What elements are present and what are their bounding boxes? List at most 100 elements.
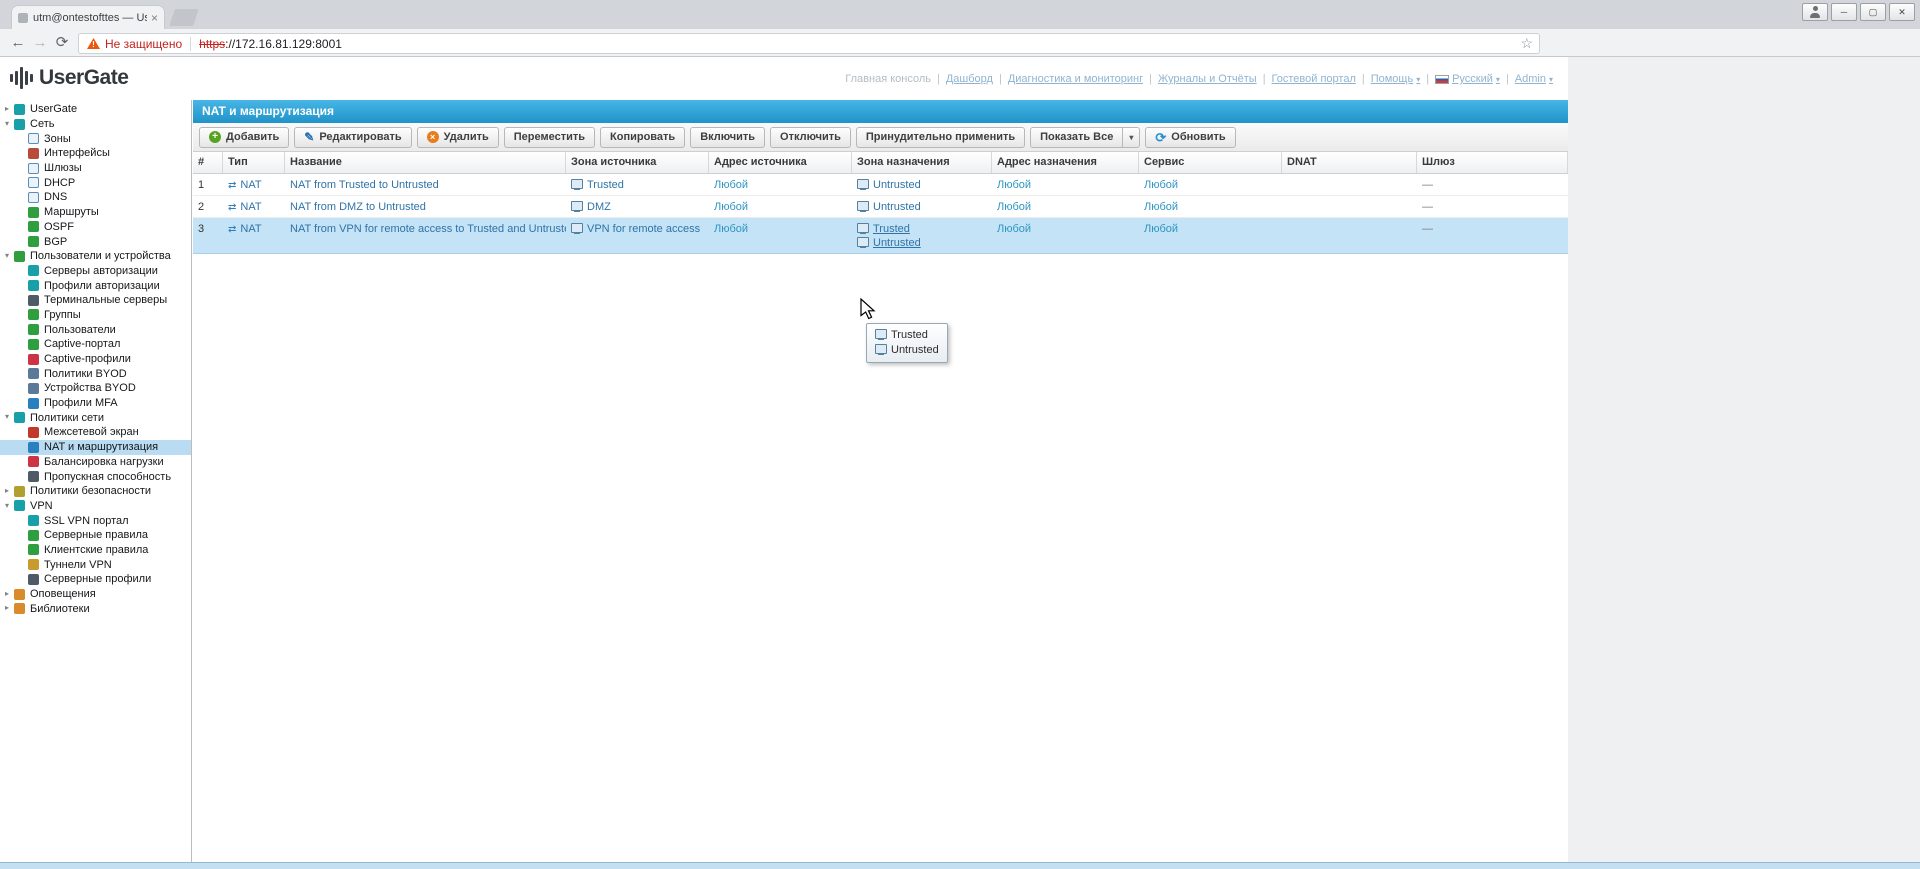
sidebar-item-bandwidth[interactable]: Пропускная способность — [0, 469, 191, 484]
nav-link-admin[interactable]: Admin ▾ — [1515, 73, 1553, 85]
table-row[interactable]: 2 NAT NAT from DMZ to Untrusted DMZ Любо… — [193, 196, 1568, 218]
sidebar-item-auth-profiles[interactable]: Профили авторизации — [0, 278, 191, 293]
forward-button[interactable]: → — [30, 33, 50, 53]
security-warning-label[interactable]: Не защищено — [105, 37, 182, 51]
name-cell[interactable]: NAT from Trusted to Untrusted — [285, 174, 566, 195]
tree-collapse-icon[interactable] — [2, 410, 12, 425]
sidebar-item-bgp[interactable]: BGP — [0, 234, 191, 249]
sidebar-item-routes[interactable]: Маршруты — [0, 205, 191, 220]
tree-expand-icon[interactable] — [2, 484, 12, 499]
force-apply-button[interactable]: Принудительно применить — [855, 126, 1026, 148]
column-header-service[interactable]: Сервис — [1139, 152, 1282, 173]
rule-name-link[interactable]: NAT from VPN for remote access to Truste… — [290, 223, 566, 235]
bookmark-star-icon[interactable]: ☆ — [1520, 35, 1533, 52]
sidebar-item-security-policies[interactable]: Политики безопасности — [0, 484, 191, 499]
source-zone-cell[interactable]: Trusted — [566, 174, 709, 195]
tree-collapse-icon[interactable] — [2, 499, 12, 514]
sidebar-item-byod-devices[interactable]: Устройства BYOD — [0, 381, 191, 396]
new-tab-button[interactable] — [169, 9, 199, 26]
show-all-dropdown[interactable]: Показать Все — [1030, 126, 1141, 148]
column-header-source-zone[interactable]: Зона источника — [566, 152, 709, 173]
destination-zone-cell[interactable]: Untrusted — [852, 196, 992, 217]
zone-link[interactable]: Trusted — [873, 223, 910, 235]
table-row[interactable]: 1 NAT NAT from Trusted to Untrusted Trus… — [193, 174, 1568, 196]
back-button[interactable]: ← — [8, 33, 28, 53]
sidebar-item-server-rules[interactable]: Серверные правила — [0, 528, 191, 543]
sidebar-item-gateways[interactable]: Шлюзы — [0, 161, 191, 176]
rule-name-link[interactable]: NAT from Trusted to Untrusted — [290, 179, 439, 191]
sidebar-item-libraries[interactable]: Библиотеки — [0, 601, 191, 616]
sidebar-item-notifications[interactable]: Оповещения — [0, 587, 191, 602]
sidebar-item-captive-profiles[interactable]: Captive-профили — [0, 352, 191, 367]
sidebar-item-client-rules[interactable]: Клиентские правила — [0, 543, 191, 558]
tree-expand-icon[interactable] — [2, 587, 12, 602]
move-button[interactable]: Переместить — [503, 126, 596, 148]
copy-button[interactable]: Копировать — [600, 126, 686, 148]
add-button[interactable]: Добавить — [199, 126, 290, 148]
name-cell[interactable]: NAT from VPN for remote access to Truste… — [285, 218, 566, 253]
column-header-gateway[interactable]: Шлюз — [1417, 152, 1568, 173]
sidebar-item-network-policies[interactable]: Политики сети — [0, 410, 191, 425]
delete-button[interactable]: Удалить — [416, 126, 499, 148]
sidebar-item-nat-routing[interactable]: NAT и маршрутизация — [0, 439, 191, 455]
nav-link-guest-portal[interactable]: Гостевой портал — [1272, 73, 1356, 85]
sidebar-item-ospf[interactable]: OSPF — [0, 220, 191, 235]
table-row-selected[interactable]: 3 NAT NAT from VPN for remote access to … — [193, 218, 1568, 254]
sidebar-item-byod-policies[interactable]: Политики BYOD — [0, 366, 191, 381]
destination-zone-cell[interactable]: Trusted Untrusted — [852, 218, 992, 253]
zone-link[interactable]: VPN for remote access — [587, 223, 700, 235]
security-warning-icon[interactable] — [87, 38, 100, 49]
sidebar-item-auth-servers[interactable]: Серверы авторизации — [0, 264, 191, 279]
nav-link-help[interactable]: Помощь ▾ — [1371, 73, 1421, 85]
edit-button[interactable]: Редактировать — [294, 126, 412, 148]
dropdown-arrow-icon[interactable] — [1122, 126, 1139, 148]
sidebar-item-mfa-profiles[interactable]: Профили MFA — [0, 396, 191, 411]
tree-collapse-icon[interactable] — [2, 117, 12, 132]
sidebar-item-usergate[interactable]: UserGate — [0, 102, 191, 117]
sidebar-item-firewall[interactable]: Межсетевой экран — [0, 425, 191, 440]
nav-link-diagnostics[interactable]: Диагностика и мониторинг — [1008, 73, 1143, 85]
sidebar-item-groups[interactable]: Группы — [0, 308, 191, 323]
sidebar-item-interfaces[interactable]: Интерфейсы — [0, 146, 191, 161]
nav-link-dashboard[interactable]: Дашборд — [946, 73, 993, 85]
close-button[interactable]: ✕ — [1889, 3, 1915, 21]
column-header-destination-zone[interactable]: Зона назначения — [852, 152, 992, 173]
reload-button[interactable]: ⟳ — [52, 33, 72, 53]
minimize-button[interactable]: ─ — [1831, 3, 1857, 21]
column-header-destination-address[interactable]: Адрес назначения — [992, 152, 1139, 173]
rule-name-link[interactable]: NAT from DMZ to Untrusted — [290, 201, 426, 213]
zone-line[interactable]: Trusted — [857, 222, 987, 236]
tree-expand-icon[interactable] — [2, 601, 12, 616]
browser-tab[interactable]: utm@ontestofttes — Us × — [12, 6, 164, 29]
sidebar-item-zones[interactable]: Зоны — [0, 131, 191, 146]
address-bar[interactable]: Не защищено https://172.16.81.129:8001 ☆ — [78, 33, 1540, 54]
disable-button[interactable]: Отключить — [770, 126, 851, 148]
nav-link-logs-reports[interactable]: Журналы и Отчёты — [1158, 73, 1257, 85]
refresh-button[interactable]: Обновить — [1145, 126, 1236, 148]
maximize-button[interactable]: ▢ — [1860, 3, 1886, 21]
enable-button[interactable]: Включить — [690, 126, 766, 148]
source-zone-cell[interactable]: DMZ — [566, 196, 709, 217]
zone-link[interactable]: Untrusted — [873, 201, 921, 213]
sidebar-item-users[interactable]: Пользователи — [0, 322, 191, 337]
sidebar-item-vpn-tunnels[interactable]: Туннели VPN — [0, 557, 191, 572]
tab-close-icon[interactable]: × — [151, 12, 158, 24]
column-header-number[interactable]: # — [193, 152, 223, 173]
sidebar-item-network[interactable]: Сеть — [0, 117, 191, 132]
sidebar-item-vpn[interactable]: VPN — [0, 499, 191, 514]
sidebar-item-captive-portal[interactable]: Captive-портал — [0, 337, 191, 352]
destination-zone-cell[interactable]: Untrusted — [852, 174, 992, 195]
column-header-name[interactable]: Название — [285, 152, 566, 173]
sidebar-item-users-devices[interactable]: Пользователи и устройства — [0, 249, 191, 264]
zone-link[interactable]: Untrusted — [873, 179, 921, 191]
zone-link[interactable]: Trusted — [587, 179, 624, 191]
source-zone-cell[interactable]: VPN for remote access — [566, 218, 709, 253]
tree-collapse-icon[interactable] — [2, 249, 12, 264]
zone-line[interactable]: Untrusted — [857, 236, 987, 250]
tree-expand-icon[interactable] — [2, 102, 12, 117]
column-header-type[interactable]: Тип — [223, 152, 285, 173]
zone-link[interactable]: Untrusted — [873, 237, 921, 249]
zone-link[interactable]: DMZ — [587, 201, 611, 213]
sidebar-item-ssl-vpn-portal[interactable]: SSL VPN портал — [0, 513, 191, 528]
sidebar-item-load-balancing[interactable]: Балансировка нагрузки — [0, 455, 191, 470]
